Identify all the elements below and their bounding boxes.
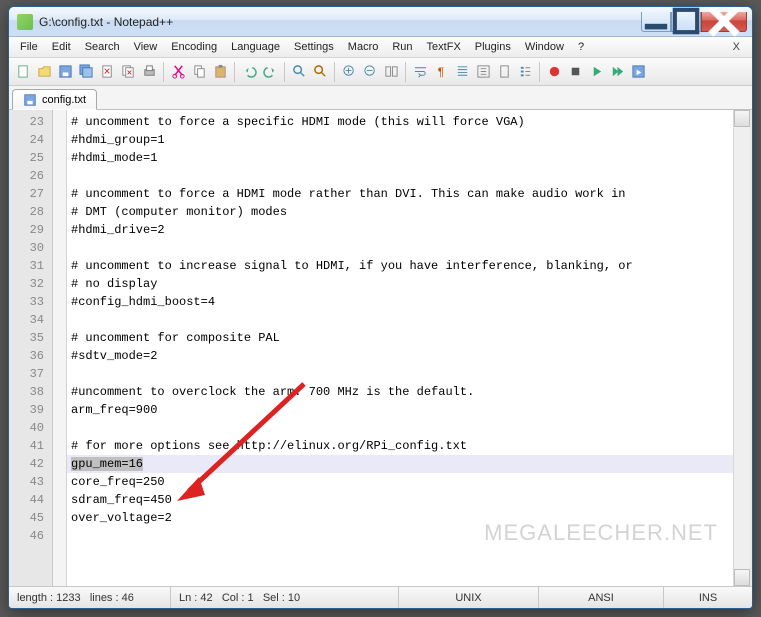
code-line[interactable]: #hdmi_group=1 <box>67 131 733 149</box>
replace-icon[interactable] <box>310 62 330 82</box>
file-icon <box>23 93 37 107</box>
code-line[interactable]: # DMT (computer monitor) modes <box>67 203 733 221</box>
save-icon[interactable] <box>55 62 75 82</box>
code-line[interactable]: #hdmi_drive=2 <box>67 221 733 239</box>
code-line[interactable]: # no display <box>67 275 733 293</box>
code-line[interactable] <box>67 311 733 329</box>
menu-encoding[interactable]: Encoding <box>164 39 224 55</box>
undo-icon[interactable] <box>239 62 259 82</box>
toolbar-separator <box>234 62 235 82</box>
app-window: G:\config.txt - Notepad++ File Edit Sear… <box>8 6 753 609</box>
code-line[interactable]: # uncomment to force a specific HDMI mod… <box>67 113 733 131</box>
code-line[interactable] <box>67 167 733 185</box>
save-macro-icon[interactable] <box>628 62 648 82</box>
zoom-out-icon[interactable] <box>360 62 380 82</box>
toolbar-separator <box>405 62 406 82</box>
menu-window[interactable]: Window <box>518 39 571 55</box>
menu-settings[interactable]: Settings <box>287 39 341 55</box>
code-line[interactable]: core_freq=250 <box>67 473 733 491</box>
tab-strip: config.txt <box>9 86 752 110</box>
toolbar: ¶ <box>9 58 752 86</box>
status-encoding: ANSI <box>539 587 664 608</box>
code-line[interactable] <box>67 527 733 545</box>
window-title: G:\config.txt - Notepad++ <box>39 15 641 29</box>
code-line[interactable]: arm_freq=900 <box>67 401 733 419</box>
status-bar: length : 1233 lines : 46 Ln : 42 Col : 1… <box>9 586 752 608</box>
code-line[interactable]: over_voltage=2 <box>67 509 733 527</box>
play-multi-icon[interactable] <box>607 62 627 82</box>
menu-edit[interactable]: Edit <box>45 39 78 55</box>
doc-map-icon[interactable] <box>494 62 514 82</box>
cut-icon[interactable] <box>168 62 188 82</box>
zoom-in-icon[interactable] <box>339 62 359 82</box>
user-lang-icon[interactable] <box>473 62 493 82</box>
save-all-icon[interactable] <box>76 62 96 82</box>
code-line[interactable] <box>67 239 733 257</box>
toolbar-separator <box>539 62 540 82</box>
toolbar-separator <box>163 62 164 82</box>
find-icon[interactable] <box>289 62 309 82</box>
menubar-close-x[interactable]: X <box>725 39 748 55</box>
close-all-icon[interactable] <box>118 62 138 82</box>
code-line[interactable]: #config_hdmi_boost=4 <box>67 293 733 311</box>
vertical-scrollbar[interactable] <box>733 110 750 586</box>
window-controls <box>641 12 747 32</box>
close-file-icon[interactable] <box>97 62 117 82</box>
menu-textfx[interactable]: TextFX <box>420 39 468 55</box>
status-eol: UNIX <box>399 587 539 608</box>
code-line[interactable]: # uncomment for composite PAL <box>67 329 733 347</box>
code-line[interactable]: #sdtv_mode=2 <box>67 347 733 365</box>
menu-run[interactable]: Run <box>385 39 419 55</box>
status-mode: INS <box>664 587 752 608</box>
close-button[interactable] <box>701 12 747 32</box>
menu-view[interactable]: View <box>127 39 165 55</box>
new-file-icon[interactable] <box>13 62 33 82</box>
editor-area: 2324252627282930313233343536373839404142… <box>9 110 752 586</box>
line-gutter: 2324252627282930313233343536373839404142… <box>11 110 53 586</box>
code-line[interactable]: # for more options see http://elinux.org… <box>67 437 733 455</box>
copy-icon[interactable] <box>189 62 209 82</box>
minimize-button[interactable] <box>641 12 671 32</box>
code-content[interactable]: # uncomment to force a specific HDMI mod… <box>67 110 733 586</box>
stop-macro-icon[interactable] <box>565 62 585 82</box>
menu-search[interactable]: Search <box>78 39 127 55</box>
menu-bar: File Edit Search View Encoding Language … <box>9 37 752 58</box>
fold-margin <box>53 110 67 586</box>
status-length: length : 1233 lines : 46 <box>9 587 171 608</box>
status-position: Ln : 42 Col : 1 Sel : 10 <box>171 587 399 608</box>
menu-language[interactable]: Language <box>224 39 287 55</box>
toolbar-separator <box>334 62 335 82</box>
menu-plugins[interactable]: Plugins <box>468 39 518 55</box>
code-line[interactable]: gpu_mem=16 <box>67 455 733 473</box>
menu-help[interactable]: ? <box>571 39 591 55</box>
function-list-icon[interactable] <box>515 62 535 82</box>
code-line[interactable] <box>67 419 733 437</box>
code-line[interactable]: # uncomment to force a HDMI mode rather … <box>67 185 733 203</box>
code-line[interactable]: sdram_freq=450 <box>67 491 733 509</box>
sync-scroll-icon[interactable] <box>381 62 401 82</box>
indent-guide-icon[interactable] <box>452 62 472 82</box>
maximize-button[interactable] <box>671 12 701 32</box>
paste-icon[interactable] <box>210 62 230 82</box>
tab-label: config.txt <box>42 94 86 106</box>
title-bar[interactable]: G:\config.txt - Notepad++ <box>9 7 752 37</box>
wordwrap-icon[interactable] <box>410 62 430 82</box>
code-line[interactable]: # uncomment to increase signal to HDMI, … <box>67 257 733 275</box>
toolbar-separator <box>284 62 285 82</box>
code-line[interactable]: #uncomment to overclock the arm. 700 MHz… <box>67 383 733 401</box>
menu-file[interactable]: File <box>13 39 45 55</box>
show-all-chars-icon[interactable]: ¶ <box>431 62 451 82</box>
code-line[interactable] <box>67 365 733 383</box>
app-icon <box>17 14 33 30</box>
menu-macro[interactable]: Macro <box>341 39 386 55</box>
play-macro-icon[interactable] <box>586 62 606 82</box>
print-icon[interactable] <box>139 62 159 82</box>
redo-icon[interactable] <box>260 62 280 82</box>
open-file-icon[interactable] <box>34 62 54 82</box>
file-tab[interactable]: config.txt <box>12 89 97 110</box>
code-line[interactable]: #hdmi_mode=1 <box>67 149 733 167</box>
record-macro-icon[interactable] <box>544 62 564 82</box>
